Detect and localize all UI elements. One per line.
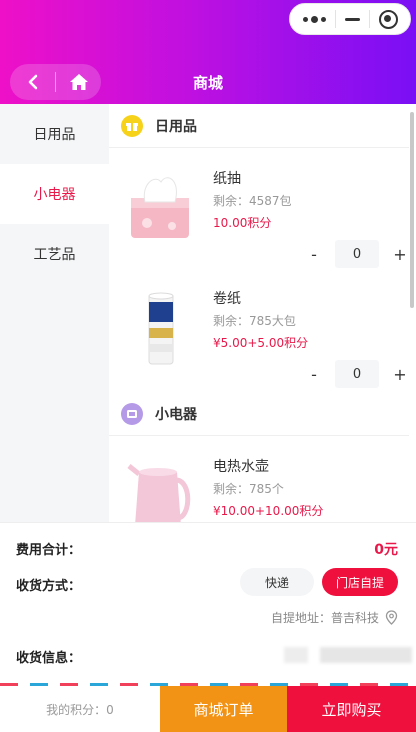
header-bar: 商城 [0, 0, 416, 104]
category-header: 日用品 [109, 104, 409, 148]
receiver-info-redacted[interactable] [320, 647, 412, 663]
quantity-input[interactable]: 0 [335, 240, 379, 268]
location-pin-icon [385, 610, 398, 625]
decrease-button[interactable]: - [305, 245, 323, 264]
more-dots-icon[interactable] [302, 15, 326, 23]
gift-icon [121, 114, 143, 137]
product-price: 10.00积分 [213, 216, 272, 230]
total-value: 0元 [374, 542, 398, 558]
product-card: 卷纸 剩余：785大包 ¥5.00+5.00积分 - 0 + [109, 280, 409, 400]
sidebar-item-appliances[interactable]: 小电器 [0, 164, 109, 224]
category-title: 日用品 [155, 118, 197, 135]
toilet-paper-image [148, 292, 174, 365]
product-name[interactable]: 卷纸 [213, 288, 241, 308]
product-card: 纸抽 剩余：4587包 10.00积分 - 0 + [109, 160, 409, 280]
mini-program-capsule [289, 3, 411, 35]
product-card: 电热水壶 剩余：785个 ¥10.00+10.00积分 [109, 448, 409, 522]
increase-button[interactable]: + [391, 245, 409, 264]
product-name[interactable]: 电热水壶 [213, 456, 269, 476]
minimize-icon[interactable] [344, 17, 360, 21]
my-points: 我的积分：0 [0, 686, 160, 732]
product-name[interactable]: 纸抽 [213, 168, 241, 188]
pickup-address[interactable]: 自提地址：普吉科技 [271, 609, 398, 626]
kettle-image [127, 464, 191, 522]
quantity-input[interactable]: 0 [335, 360, 379, 388]
total-label: 费用合计： [16, 543, 82, 558]
category-sidebar: 日用品 小电器 工艺品 [0, 104, 109, 522]
sidebar-item-daily[interactable]: 日用品 [0, 104, 109, 164]
close-target-icon[interactable] [378, 9, 398, 29]
quantity-stepper: - 0 + [305, 360, 409, 388]
product-stock: 剩余：4587包 [213, 194, 292, 208]
decrease-button[interactable]: - [305, 365, 323, 384]
scrollbar[interactable] [410, 112, 414, 308]
mall-orders-button[interactable]: 商城订单 [160, 686, 287, 732]
tissue-box-image [131, 177, 189, 238]
pickup-address-text: 自提地址：普吉科技 [270, 611, 379, 625]
increase-button[interactable]: + [391, 365, 409, 384]
product-stock: 剩余：785大包 [213, 314, 296, 328]
product-price: ¥5.00+5.00积分 [213, 336, 309, 350]
capsule-divider [334, 10, 336, 28]
page-title: 商城 [192, 74, 223, 92]
capsule-divider [368, 10, 370, 28]
bottom-action-bar: 我的积分：0 商城订单 立即购买 [0, 686, 416, 732]
appliance-icon [121, 402, 143, 425]
receiver-label: 收货信息： [16, 651, 82, 666]
category-title: 小电器 [155, 406, 197, 423]
delivery-option-express[interactable]: 快递 [240, 568, 314, 596]
sidebar-item-crafts[interactable]: 工艺品 [0, 224, 109, 284]
product-stock: 剩余：785个 [213, 482, 284, 496]
product-price: ¥10.00+10.00积分 [213, 504, 324, 518]
receiver-info-redacted[interactable] [284, 647, 308, 663]
buy-now-button[interactable]: 立即购买 [287, 686, 416, 732]
delivery-label: 收货方式： [16, 579, 82, 594]
category-header: 小电器 [109, 392, 409, 436]
quantity-stepper: - 0 + [305, 240, 409, 268]
delivery-option-pickup[interactable]: 门店自提 [322, 568, 398, 596]
product-list[interactable]: 日用品 纸抽 剩余：4587包 10.00积分 - 0 + 卷纸 剩余：785大… [109, 104, 416, 522]
